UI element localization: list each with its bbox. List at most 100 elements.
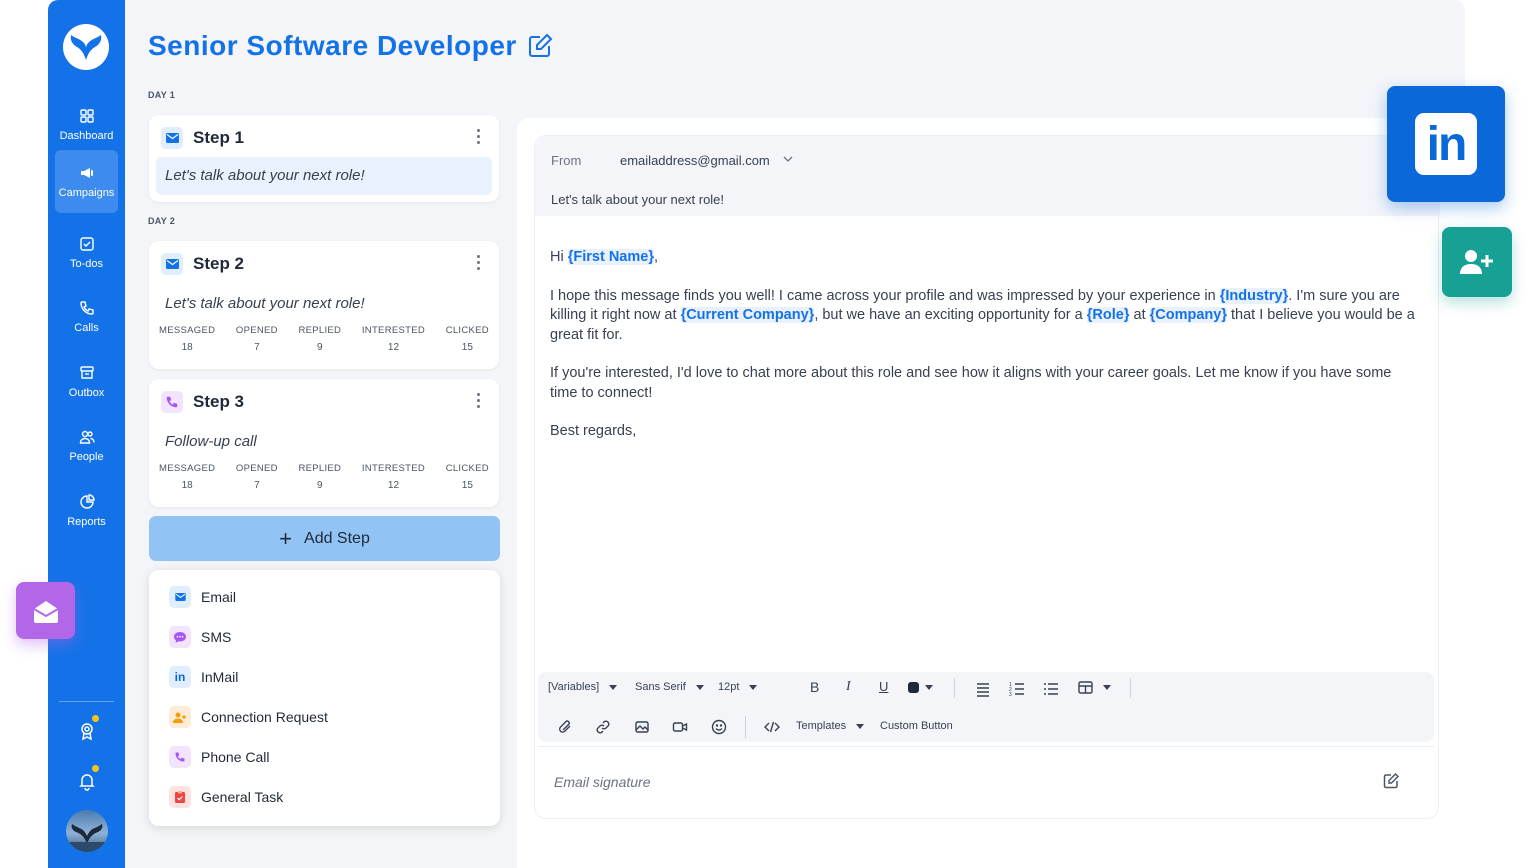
linkedin-badge: in <box>1387 86 1505 202</box>
step-subject[interactable]: Let's talk about your next role! <box>156 157 492 195</box>
phone-icon <box>79 300 94 315</box>
align-icon[interactable] <box>975 681 991 697</box>
code-icon[interactable] <box>764 719 780 735</box>
menu-item-phone-call[interactable]: Phone Call <box>169 746 270 768</box>
day-label-2: DAY 2 <box>148 216 176 226</box>
table-button[interactable] <box>1078 681 1111 694</box>
inbox-badge <box>16 582 75 639</box>
step-stats: MESSAGED 18 OPENED 7 REPLIED 9 INTERESTED 12… <box>159 463 489 491</box>
stat-clicked: CLICKED 15 <box>445 463 489 491</box>
whale-tail-icon <box>66 824 108 852</box>
svg-text:3: 3 <box>1009 692 1012 697</box>
menu-item-email[interactable]: Email <box>169 586 236 608</box>
from-label: From <box>551 153 582 168</box>
more-options-icon[interactable] <box>477 255 481 271</box>
app-logo[interactable] <box>63 24 109 70</box>
connection-badge <box>1442 227 1512 297</box>
chevron-down-icon[interactable] <box>782 153 794 165</box>
variable-industry[interactable]: {Industry} <box>1219 287 1289 304</box>
variable-company[interactable]: {Company} <box>1149 307 1227 323</box>
award-icon[interactable] <box>77 721 97 741</box>
menu-item-label: SMS <box>201 629 232 645</box>
sidebar: Dashboard Campaigns To-dos Calls Outbox … <box>48 0 125 868</box>
linkedin-icon: in <box>1415 113 1477 175</box>
font-dropdown[interactable]: Sans Serif <box>635 681 704 693</box>
custom-button[interactable]: Custom Button <box>880 720 953 732</box>
sidebar-item-label: To-dos <box>69 257 104 270</box>
underline-button[interactable]: U <box>879 679 888 694</box>
variable-role[interactable]: {Role} <box>1086 307 1130 323</box>
formatting-toolbar: [Variables] Sans Serif 12pt B I U 123 Te… <box>538 672 1434 742</box>
sidebar-item-outbox[interactable]: Outbox <box>55 350 118 413</box>
sms-icon <box>169 626 191 648</box>
image-icon[interactable] <box>634 719 650 735</box>
bell-icon[interactable] <box>77 771 97 791</box>
bullet-list-icon[interactable] <box>1043 681 1059 697</box>
step-subject: Follow-up call <box>165 433 257 450</box>
edit-signature-icon[interactable] <box>1382 772 1400 790</box>
step-card-2[interactable]: Step 2 Let's talk about your next role! … <box>149 241 499 369</box>
people-icon <box>79 430 95 444</box>
open-envelope-icon <box>32 600 59 623</box>
sidebar-item-reports[interactable]: Reports <box>55 479 118 542</box>
subject-field[interactable]: Let's talk about your next role! <box>551 192 724 207</box>
variable-current-company[interactable]: {Current Company} <box>680 307 815 323</box>
sidebar-item-label: Calls <box>74 321 99 334</box>
menu-item-connection-request[interactable]: Connection Request <box>169 706 328 728</box>
email-icon <box>169 586 191 608</box>
stat-messaged: MESSAGED 18 <box>159 463 216 491</box>
attachment-icon[interactable] <box>557 719 573 735</box>
more-options-icon[interactable] <box>477 129 481 145</box>
sidebar-item-label: People <box>69 450 104 463</box>
archive-icon <box>79 365 94 379</box>
emoji-icon[interactable] <box>711 719 727 735</box>
font-size-dropdown[interactable]: 12pt <box>718 681 758 693</box>
menu-item-general-task[interactable]: General Task <box>169 786 283 808</box>
sidebar-item-dashboard[interactable]: Dashboard <box>55 93 118 156</box>
text-color-button[interactable] <box>908 682 933 693</box>
sidebar-divider <box>59 701 114 702</box>
menu-item-label: Email <box>201 589 237 605</box>
step-card-3[interactable]: Step 3 Follow-up call MESSAGED 18 OPENED 7… <box>149 379 499 507</box>
phone-icon <box>169 746 191 768</box>
menu-item-label: Connection Request <box>201 709 328 725</box>
step-title: Step 3 <box>193 392 245 411</box>
step-title: Step 2 <box>193 254 245 273</box>
menu-item-label: General Task <box>201 789 284 805</box>
variable-first-name[interactable]: {First Name} <box>567 249 654 265</box>
variables-dropdown[interactable]: [Variables] <box>548 681 618 693</box>
whale-tail-icon <box>70 35 102 60</box>
more-options-icon[interactable] <box>477 393 481 409</box>
link-icon[interactable] <box>595 719 611 735</box>
avatar[interactable] <box>66 810 108 852</box>
email-signature[interactable]: Email signature <box>538 746 1434 816</box>
ordered-list-icon[interactable]: 123 <box>1009 681 1025 697</box>
email-paragraph: If you're interested, I'd love to chat m… <box>550 365 1392 401</box>
sidebar-item-todos[interactable]: To-dos <box>55 221 118 284</box>
menu-item-inmail[interactable]: in InMail <box>169 666 238 688</box>
sidebar-item-campaigns[interactable]: Campaigns <box>55 150 118 213</box>
templates-dropdown[interactable]: Templates <box>796 720 865 732</box>
from-select[interactable]: emailaddress@gmail.com <box>620 153 770 168</box>
video-icon[interactable] <box>672 719 688 735</box>
task-icon <box>169 786 191 808</box>
app-window: Dashboard Campaigns To-dos Calls Outbox … <box>48 0 1465 868</box>
add-step-button[interactable]: + Add Step <box>149 516 500 561</box>
email-body[interactable]: Hi {First Name}, I hope this message fin… <box>550 248 1420 461</box>
italic-button[interactable]: I <box>846 679 851 695</box>
sidebar-item-calls[interactable]: Calls <box>55 285 118 348</box>
bold-button[interactable]: B <box>810 679 819 695</box>
add-step-label: Add Step <box>304 529 370 547</box>
sidebar-item-people[interactable]: People <box>55 414 118 477</box>
megaphone-icon <box>80 167 93 178</box>
stat-interested: INTERESTED 12 <box>361 463 426 491</box>
plus-icon: + <box>279 525 293 551</box>
dashboard-icon <box>79 108 94 123</box>
email-header: From emailaddress@gmail.com Let's talk a… <box>535 136 1440 216</box>
step-card-1[interactable]: Step 1 Let's talk about your next role! <box>149 115 499 202</box>
color-swatch-icon <box>908 682 919 693</box>
menu-item-sms[interactable]: SMS <box>169 626 231 648</box>
step-header: Step 1 <box>161 127 244 149</box>
stat-messaged: MESSAGED 18 <box>159 325 216 353</box>
edit-title-icon[interactable] <box>526 32 554 60</box>
